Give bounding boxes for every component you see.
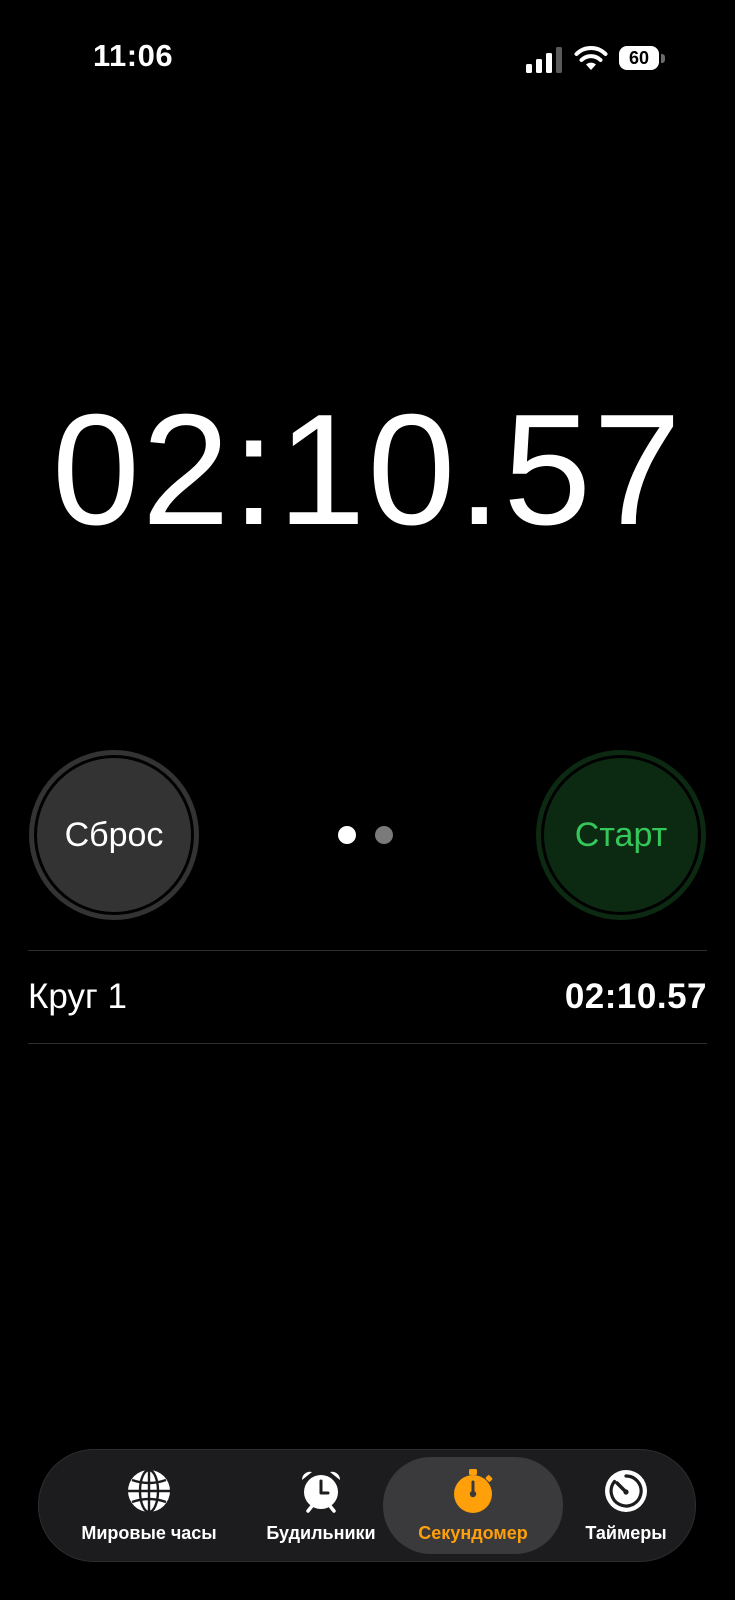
status-bar: 11:06 60	[0, 0, 735, 110]
globe-icon	[128, 1468, 170, 1514]
alarm-clock-icon	[301, 1471, 341, 1513]
tab-stopwatch-label: Секундомер	[418, 1523, 528, 1543]
lap-row: Круг 1 02:10.57	[28, 951, 707, 1043]
wifi-icon	[574, 46, 608, 70]
tab-timers[interactable]: Таймеры	[568, 1449, 684, 1562]
tab-stopwatch[interactable]: Секундомер	[383, 1457, 563, 1554]
lap-label: Круг 1	[28, 977, 127, 1016]
cellular-signal-icon	[526, 47, 562, 73]
stopwatch-time-display: 02:10.57	[51, 382, 684, 558]
tab-timers-label: Таймеры	[585, 1523, 667, 1543]
battery-indicator: 60	[619, 46, 665, 72]
start-button-label: Старт	[574, 815, 668, 854]
page-dot-active[interactable]	[338, 826, 356, 844]
tab-alarms[interactable]: Будильники	[246, 1449, 396, 1562]
battery-level: 60	[628, 48, 650, 68]
battery-body: 60	[619, 46, 659, 70]
tab-alarms-label: Будильники	[266, 1523, 376, 1543]
reset-button[interactable]: Сброс	[29, 750, 199, 920]
page-dot-inactive[interactable]	[375, 826, 393, 844]
lap-time: 02:10.57	[564, 977, 707, 1016]
start-button[interactable]: Старт	[536, 750, 706, 920]
tab-bar: Мировые часы Будильники Секундомер Тайме…	[38, 1449, 696, 1562]
lap-divider-bottom	[28, 1043, 707, 1044]
reset-button-label: Сброс	[64, 815, 164, 854]
battery-cap	[661, 54, 665, 63]
stopwatch-icon	[454, 1469, 493, 1513]
tab-world-clock[interactable]: Мировые часы	[64, 1449, 234, 1562]
page-indicator[interactable]	[338, 826, 398, 846]
tab-world-clock-label: Мировые часы	[81, 1523, 217, 1543]
status-time: 11:06	[93, 38, 174, 73]
timer-icon	[605, 1470, 647, 1512]
